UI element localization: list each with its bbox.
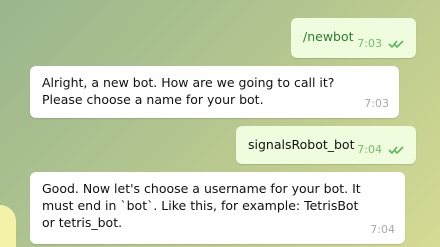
- message-outgoing[interactable]: /newbot 7:03: [291, 18, 416, 58]
- double-check-icon: [388, 39, 404, 48]
- message-meta: 7:04: [370, 221, 395, 238]
- message-meta: 7:04: [357, 141, 406, 158]
- message-time: 7:04: [370, 223, 395, 236]
- message-meta: 7:03: [364, 95, 389, 112]
- double-check-icon: [388, 145, 404, 154]
- message-time: 7:03: [357, 37, 382, 50]
- chat-window: /newbot 7:03 Alright, a new bot. How are…: [0, 0, 440, 247]
- message-time: 7:04: [357, 143, 382, 156]
- message-incoming[interactable]: Good. Now let's choose a username for yo…: [30, 172, 405, 244]
- background-decoration: [0, 205, 16, 247]
- message-time: 7:03: [364, 97, 389, 110]
- message-meta: 7:03: [357, 35, 406, 52]
- message-text: Alright, a new bot. How are we going to …: [42, 75, 335, 107]
- message-text: Good. Now let's choose a username for yo…: [42, 181, 361, 230]
- message-outgoing[interactable]: signalsRobot_bot 7:04: [236, 126, 416, 164]
- message-incoming[interactable]: Alright, a new bot. How are we going to …: [30, 66, 399, 118]
